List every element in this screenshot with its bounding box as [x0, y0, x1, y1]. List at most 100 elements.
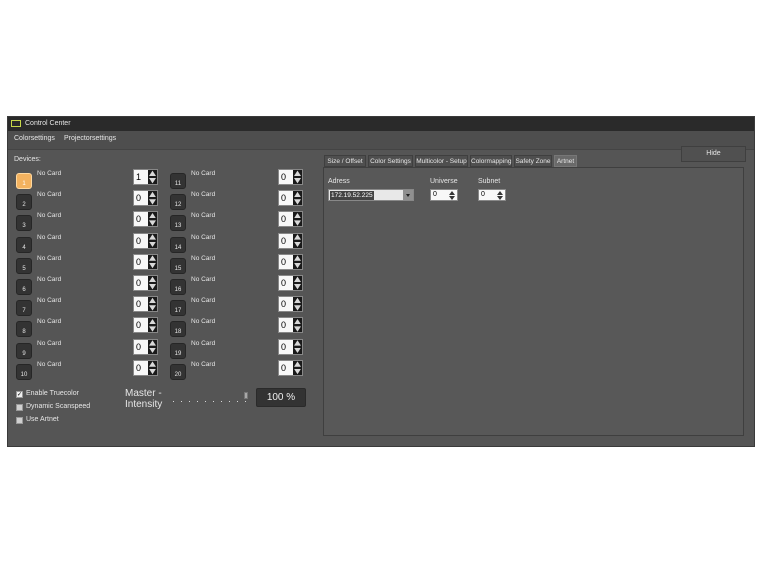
subnet-stepper[interactable]: 0	[478, 189, 506, 201]
device-button-19[interactable]: 19	[170, 342, 186, 359]
tab-colormapping[interactable]: Colormapping	[470, 155, 512, 167]
hide-button[interactable]: Hide	[681, 146, 746, 162]
device-stepper-8[interactable]: 0	[133, 317, 158, 334]
device-stepper-7[interactable]: 0	[133, 296, 158, 313]
device-stepper-19[interactable]: 0	[278, 338, 303, 355]
arrow-down-icon[interactable]	[449, 196, 455, 200]
arrow-down-icon[interactable]	[294, 284, 301, 290]
device-stepper-15[interactable]: 0	[278, 253, 303, 270]
chevron-down-icon[interactable]	[403, 190, 413, 200]
menu-projectorsettings[interactable]: Projectorsettings	[64, 135, 116, 142]
arrow-down-icon[interactable]	[294, 305, 301, 311]
device-button-5[interactable]: 5	[16, 257, 32, 274]
tab-multicolor-setup[interactable]: Multicolor - Setup	[415, 155, 468, 167]
arrow-up-icon[interactable]	[149, 212, 156, 219]
device-button-1[interactable]: 1	[16, 173, 32, 189]
enable-truecolor-checkbox[interactable]: ✓	[16, 391, 23, 398]
arrow-up-icon[interactable]	[149, 255, 156, 261]
arrow-up-icon[interactable]	[294, 297, 301, 304]
device-stepper-11[interactable]: 0	[278, 169, 303, 185]
arrow-down-icon[interactable]	[294, 241, 301, 247]
device-button-7[interactable]: 7	[16, 300, 32, 317]
tab-safety-zone[interactable]: Safety Zone	[514, 155, 552, 167]
device-button-12[interactable]: 12	[170, 194, 186, 211]
device-button-3[interactable]: 3	[16, 215, 32, 232]
device-button-9[interactable]: 9	[16, 342, 32, 359]
device-stepper-16[interactable]: 0	[278, 275, 303, 291]
slider-thumb[interactable]	[244, 392, 248, 399]
universe-stepper[interactable]: 0	[430, 189, 458, 201]
device-stepper-17[interactable]: 0	[278, 296, 303, 313]
device-button-4[interactable]: 4	[16, 236, 32, 253]
arrow-down-icon[interactable]	[149, 305, 156, 311]
tab-artnet[interactable]: Artnet	[554, 155, 577, 167]
device-stepper-5[interactable]: 0	[133, 253, 158, 270]
device-stepper-2[interactable]: 0	[133, 190, 158, 207]
device-button-13[interactable]: 13	[170, 215, 186, 232]
device-button-15[interactable]: 15	[170, 257, 186, 274]
device-button-14[interactable]: 14	[170, 236, 186, 253]
device-button-11[interactable]: 11	[170, 173, 186, 189]
device-stepper-6[interactable]: 0	[133, 275, 158, 291]
device-stepper-18[interactable]: 0	[278, 317, 303, 334]
master-intensity-slider[interactable]	[171, 392, 249, 404]
tab-size-offset[interactable]: Size / Offset	[324, 155, 366, 167]
arrow-up-icon[interactable]	[294, 234, 301, 240]
arrow-up-icon[interactable]	[294, 276, 301, 282]
arrow-up-icon[interactable]	[294, 212, 301, 219]
device-stepper-3[interactable]: 0	[133, 211, 158, 228]
arrow-down-icon[interactable]	[149, 199, 156, 205]
arrow-down-icon[interactable]	[149, 368, 156, 375]
arrow-up-icon[interactable]	[497, 191, 503, 195]
use-artnet-checkbox[interactable]	[16, 417, 23, 424]
device-stepper-9[interactable]: 0	[133, 338, 158, 355]
device-stepper-4[interactable]: 0	[133, 232, 158, 249]
arrow-down-icon[interactable]	[149, 347, 156, 353]
arrow-up-icon[interactable]	[149, 361, 156, 367]
device-stepper-10[interactable]: 0	[133, 359, 158, 376]
arrow-up-icon[interactable]	[294, 361, 301, 367]
arrow-up-icon[interactable]	[149, 170, 156, 176]
device-button-10[interactable]: 10	[16, 363, 32, 380]
device-stepper-20[interactable]: 0	[278, 359, 303, 376]
arrow-down-icon[interactable]	[294, 347, 301, 353]
arrow-up-icon[interactable]	[149, 234, 156, 240]
arrow-up-icon[interactable]	[149, 191, 156, 198]
arrow-down-icon[interactable]	[497, 196, 503, 200]
arrow-up-icon[interactable]	[149, 340, 156, 346]
arrow-down-icon[interactable]	[149, 326, 156, 332]
device-button-16[interactable]: 16	[170, 279, 186, 295]
arrow-down-icon[interactable]	[149, 178, 156, 184]
device-button-6[interactable]: 6	[16, 279, 32, 295]
arrow-up-icon[interactable]	[149, 318, 156, 325]
arrow-up-icon[interactable]	[294, 191, 301, 198]
arrow-down-icon[interactable]	[294, 178, 301, 184]
arrow-down-icon[interactable]	[294, 199, 301, 205]
device-stepper-1[interactable]: 1	[133, 169, 158, 185]
arrow-up-icon[interactable]	[294, 170, 301, 176]
arrow-up-icon[interactable]	[294, 340, 301, 346]
device-stepper-12[interactable]: 0	[278, 190, 303, 207]
arrow-down-icon[interactable]	[149, 241, 156, 247]
dynamic-scanspeed-checkbox[interactable]	[16, 404, 23, 411]
title-bar[interactable]: Control Center	[8, 117, 754, 131]
device-stepper-14[interactable]: 0	[278, 232, 303, 249]
arrow-down-icon[interactable]	[294, 368, 301, 375]
address-combobox[interactable]: 172.19.52.225	[328, 189, 414, 201]
arrow-up-icon[interactable]	[294, 318, 301, 325]
arrow-down-icon[interactable]	[149, 220, 156, 226]
device-button-18[interactable]: 18	[170, 321, 186, 338]
arrow-up-icon[interactable]	[149, 276, 156, 282]
arrow-down-icon[interactable]	[294, 262, 301, 269]
arrow-up-icon[interactable]	[149, 297, 156, 304]
device-stepper-13[interactable]: 0	[278, 211, 303, 228]
device-button-17[interactable]: 17	[170, 300, 186, 317]
arrow-down-icon[interactable]	[294, 326, 301, 332]
arrow-up-icon[interactable]	[294, 255, 301, 261]
device-button-20[interactable]: 20	[170, 363, 186, 380]
arrow-up-icon[interactable]	[449, 191, 455, 195]
device-button-8[interactable]: 8	[16, 321, 32, 338]
tab-color-settings[interactable]: Color Settings	[368, 155, 413, 167]
device-button-2[interactable]: 2	[16, 194, 32, 211]
menu-colorsettings[interactable]: Colorsettings	[14, 135, 55, 142]
